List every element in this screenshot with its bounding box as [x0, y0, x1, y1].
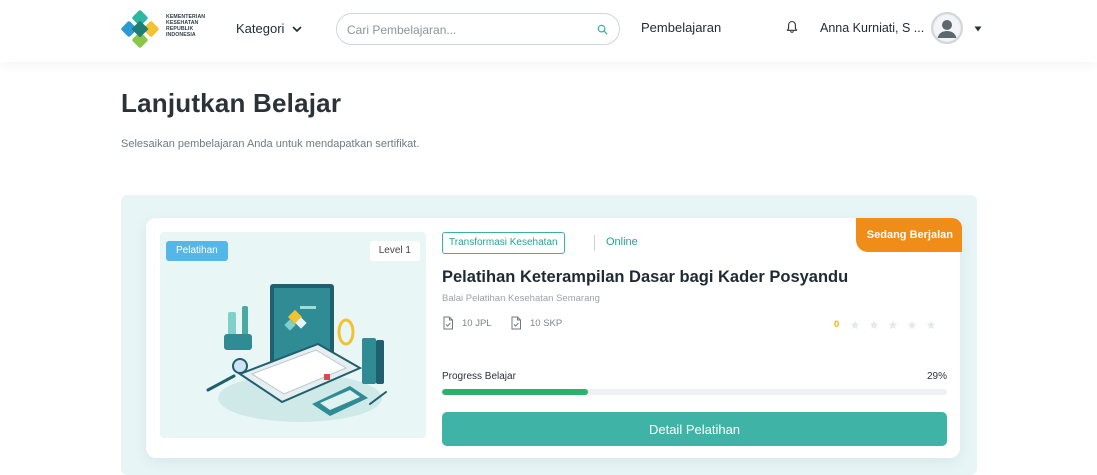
status-badge: Sedang Berjalan [855, 218, 962, 252]
laptop-illustration [206, 284, 387, 422]
kategori-dropdown[interactable]: Kategori [236, 21, 302, 36]
user-avatar-icon[interactable] [931, 12, 963, 44]
star-icon [869, 320, 879, 329]
star-icon [850, 320, 860, 329]
kemenkes-logo[interactable]: KEMENTERIAN KESEHATAN REPUBLIK INDONESIA [120, 10, 210, 50]
star-icon [907, 320, 917, 329]
logo-line: INDONESIA [166, 32, 196, 38]
caret-down-icon[interactable] [974, 26, 982, 32]
skp-info: 10 SKP [510, 316, 562, 330]
chevron-down-icon [293, 26, 302, 32]
course-mode: Online [606, 236, 638, 248]
course-card[interactable]: Pelatihan Level 1 Transformasi Kesehatan… [146, 218, 962, 458]
jpl-value: 10 JPL [462, 317, 492, 329]
kemenkes-logo-mark [121, 10, 159, 48]
user-name[interactable]: Anna Kurniati, S ... [820, 21, 924, 35]
progress-bar [442, 389, 947, 395]
page-title: Lanjutkan Belajar [121, 88, 342, 118]
course-level-badge: Level 1 [369, 241, 420, 261]
progress-label: Progress Belajar [442, 371, 516, 382]
skp-value: 10 SKP [530, 317, 563, 329]
user-silhouette-icon [934, 15, 960, 41]
document-icon [511, 316, 521, 330]
rating-value: 0 [834, 319, 840, 330]
detail-pelatihan-button[interactable]: Detail Pelatihan [442, 412, 947, 446]
course-provider: Balai Pelatihan Kesehatan Semarang [442, 293, 600, 304]
jpl-info: 10 JPL [442, 316, 492, 330]
tag-divider [594, 235, 595, 251]
course-rating: 0 [834, 319, 936, 330]
nav-pembelajaran-link[interactable]: Pembelajaran [641, 20, 721, 35]
search-icon[interactable] [597, 24, 608, 35]
course-thumbnail[interactable]: Pelatihan Level 1 [160, 232, 426, 438]
progress-percent: 29% [926, 371, 947, 382]
logo-wordmark: KEMENTERIAN KESEHATAN REPUBLIK INDONESIA [166, 14, 214, 38]
search-input[interactable] [345, 20, 589, 40]
search-bar [336, 13, 620, 45]
course-type-badge: Pelatihan [166, 241, 228, 261]
page-subtitle: Selesaikan pembelajaran Anda untuk menda… [121, 138, 420, 150]
bell-icon[interactable] [786, 20, 798, 34]
course-title[interactable]: Pelatihan Keterampilan Dasar bagi Kader … [442, 268, 848, 287]
top-navbar: KEMENTERIAN KESEHATAN REPUBLIK INDONESIA… [0, 0, 1097, 62]
star-icon [888, 320, 898, 329]
document-icon [443, 316, 453, 330]
topic-tag[interactable]: Transformasi Kesehatan [442, 232, 565, 254]
progress-bar-fill [442, 389, 589, 395]
star-icon [926, 320, 936, 329]
kategori-label: Kategori [236, 21, 285, 36]
